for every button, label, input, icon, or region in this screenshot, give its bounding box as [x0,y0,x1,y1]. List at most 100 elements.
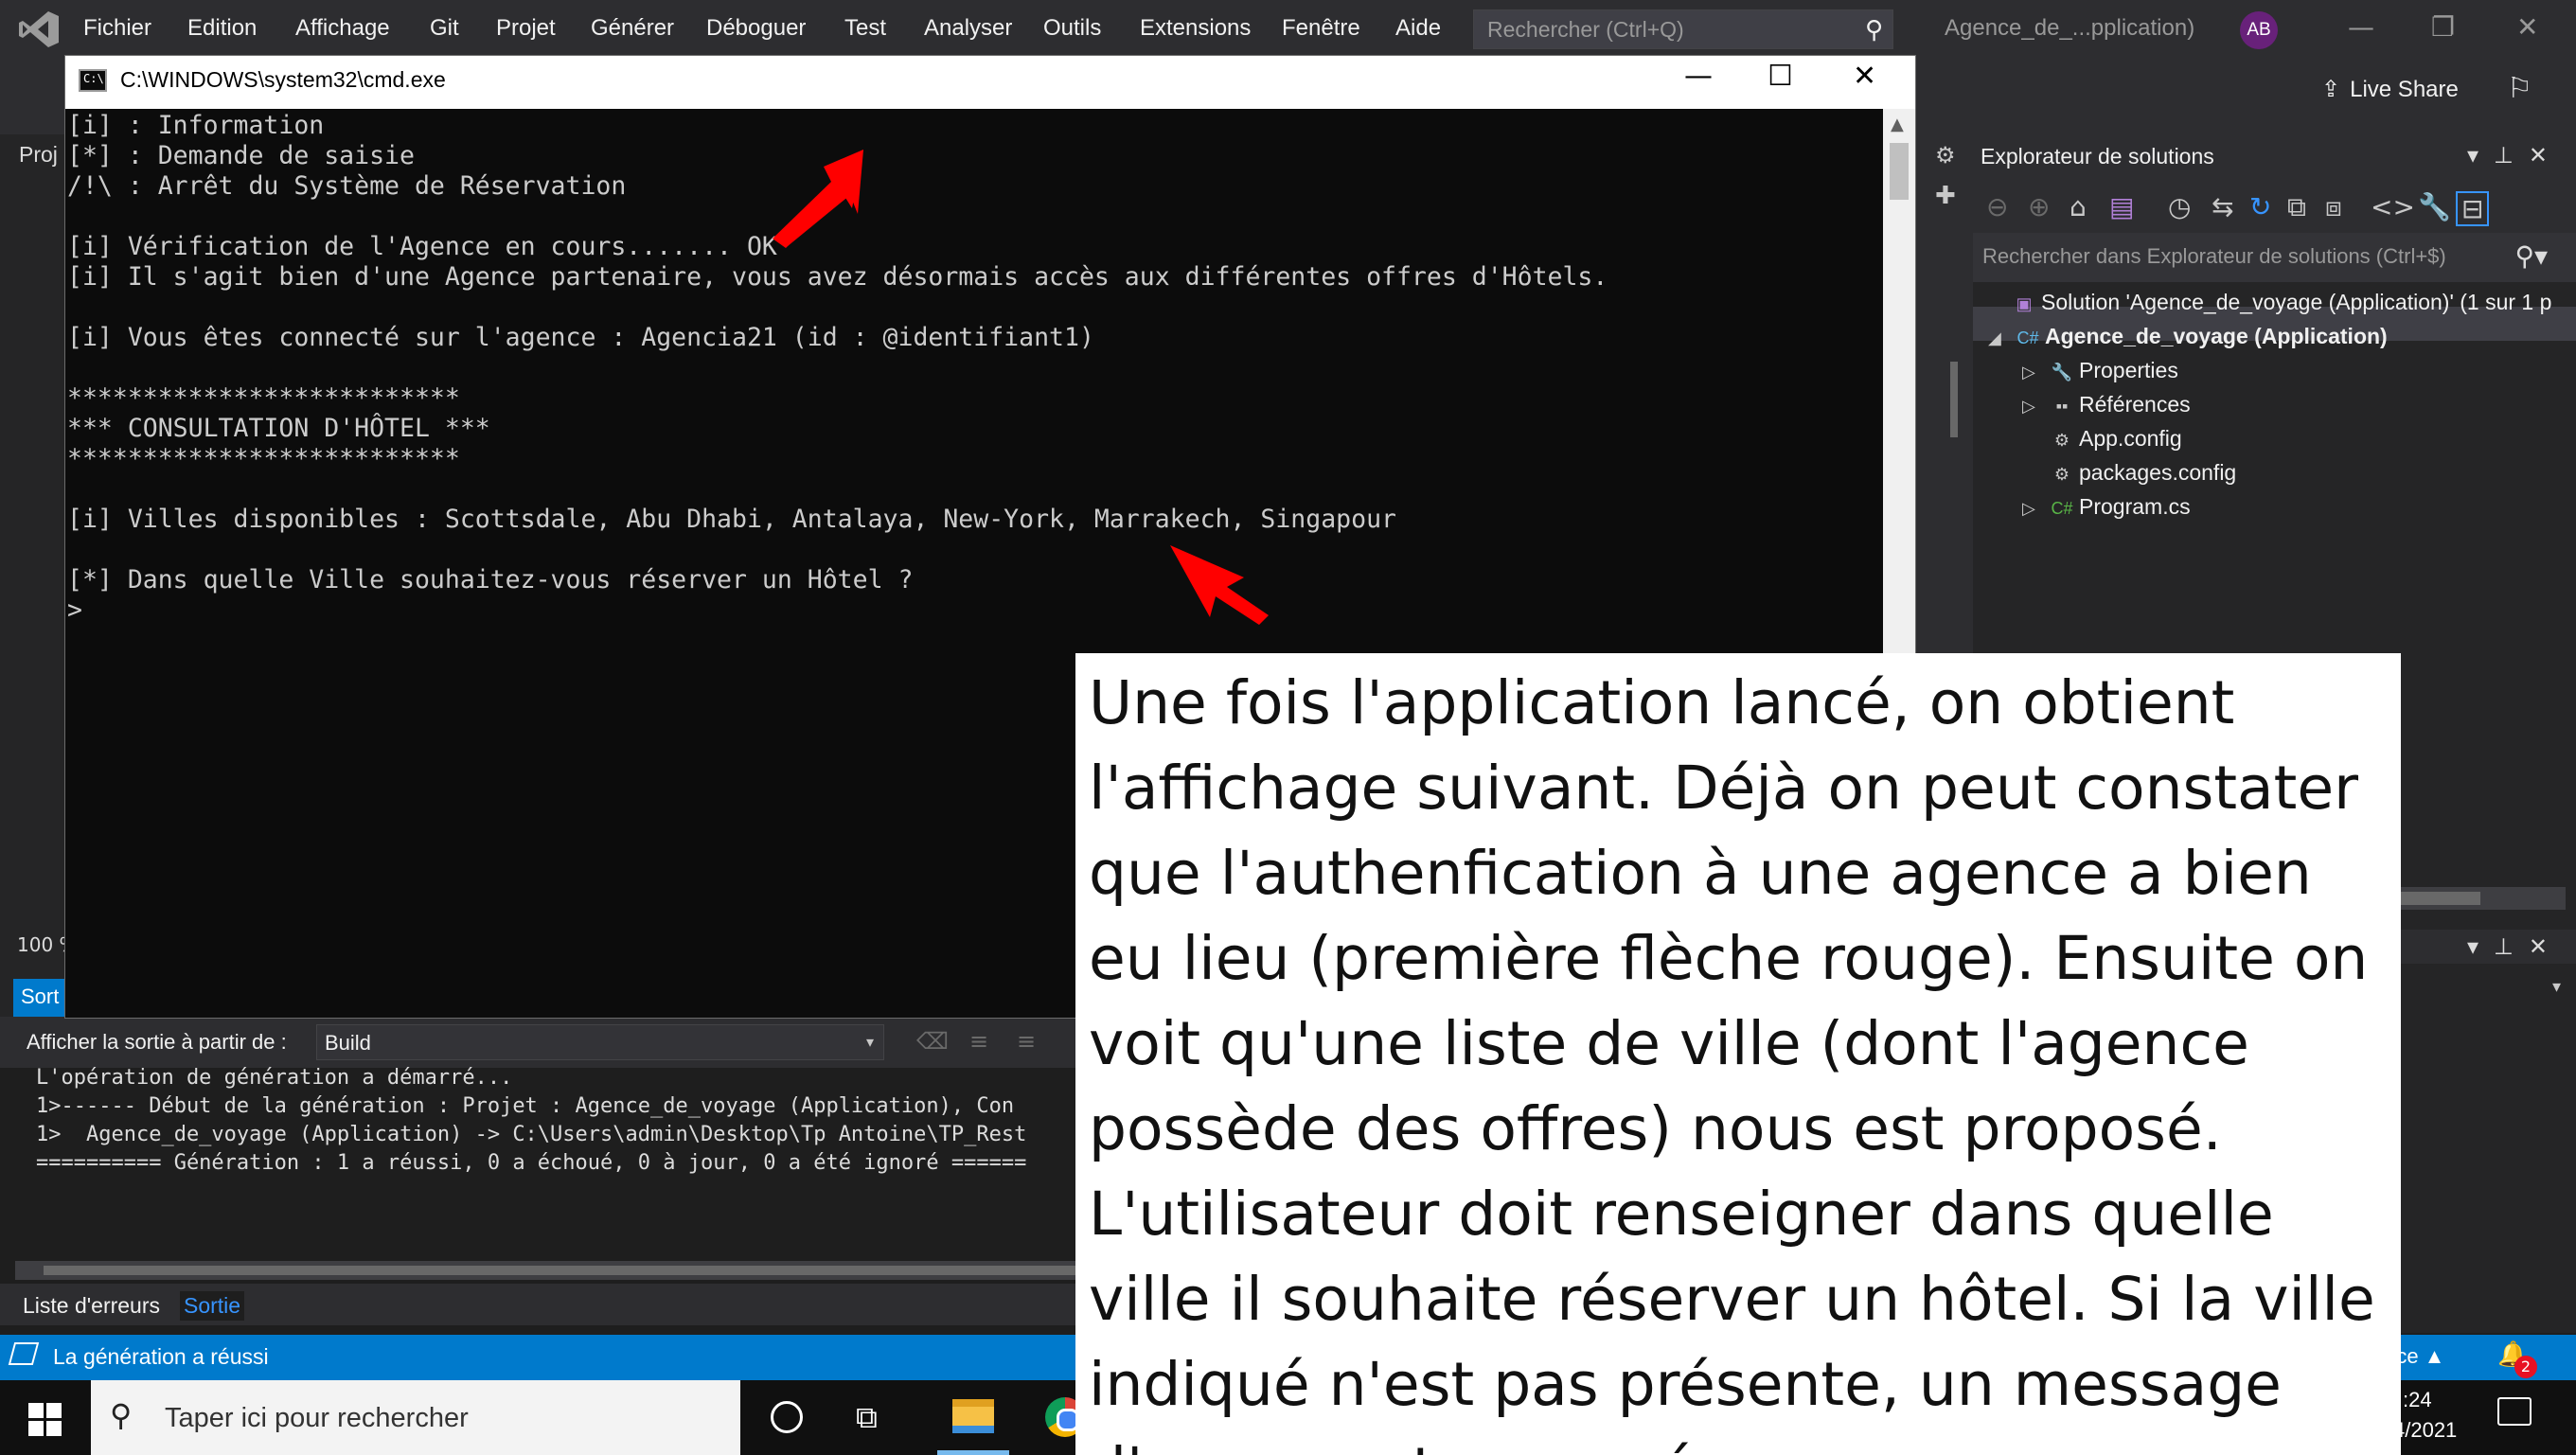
expander-icon[interactable]: ◢ [1988,328,2011,348]
tab-output-active[interactable]: Sortie [180,1291,245,1321]
forward-icon[interactable]: ⊕ [2028,191,2050,222]
home-icon[interactable]: ⌂ [2070,191,2087,222]
visual-studio-logo-icon[interactable] [17,9,61,49]
tree-item[interactable]: ⚙ packages.config [2022,460,2236,494]
clock-date[interactable]: 4/2021 [2393,1418,2457,1443]
scroll-up-icon[interactable]: ▲ [1891,115,1904,134]
tree-item[interactable]: ▣ Solution 'Agence_de_voyage (Application… [1984,290,2551,324]
scroll-thumb[interactable] [44,1266,1079,1275]
tree-item[interactable]: ▷ 🔧 Properties [2022,358,2178,392]
output-line: ========== Génération : 1 a réussi, 0 a … [36,1151,1027,1175]
output-source-select[interactable]: Build ▾ [316,1024,884,1060]
tree-item-label: packages.config [2079,460,2237,485]
config-file-icon: ⚙ [2053,431,2070,450]
output-source-value: Build [325,1031,371,1055]
console-line: [i] Vérification de l'Agence en cours...… [67,232,777,261]
menu-item-9[interactable]: Outils [1043,15,1101,42]
config-file-icon: ⚙ [2053,465,2070,484]
vs-switch-icon[interactable]: ▤ [2109,191,2134,222]
annotation-text: Une fois l'application lancé, on obtient… [1089,668,2375,1455]
collapse-all-icon[interactable]: ⧉ [2287,191,2306,223]
previous-message-icon[interactable]: ≡ [969,1028,988,1055]
avatar[interactable]: AB [2240,11,2278,49]
minimize-icon[interactable]: — [2348,11,2374,43]
editor-left-strip [0,134,66,1034]
restore-icon[interactable]: ❐ [2431,11,2455,43]
menu-item-10[interactable]: Extensions [1140,15,1251,42]
console-line: > [67,595,82,625]
menu-item-11[interactable]: Fenêtre [1282,15,1360,42]
refresh-icon[interactable]: ↻ [2249,191,2271,222]
gear-icon[interactable]: ⚙ [1935,142,1956,169]
tree-item[interactable]: ◢ C# Agence_de_voyage (Application) [1988,324,2388,358]
menu-item-4[interactable]: Projet [496,15,556,42]
minimize-icon[interactable]: — [1684,60,1713,93]
live-share-button[interactable]: ⇪ Live Share [2321,76,2459,103]
project-tab[interactable]: Proj [19,142,58,168]
solution-explorer-title: Explorateur de solutions [1981,144,2214,169]
cmd-titlebar[interactable]: C:\ C:\WINDOWS\system32\cmd.exe — ☐ ✕ [65,56,1915,109]
share-icon: ⇪ [2321,77,2341,102]
taskbar-search-input[interactable]: ⚲ Taper ici pour rechercher [91,1380,740,1455]
code-view-icon[interactable]: <> [2371,191,2415,222]
dropdown-icon[interactable]: ▾ [2467,142,2494,169]
console-line: [i] : Information [67,111,325,140]
tab-output[interactable]: Sort [13,979,66,1017]
expander-icon[interactable]: ▷ [2022,363,2045,382]
task-view-icon[interactable]: ⧉ [856,1399,878,1436]
close-icon[interactable]: ✕ [2529,142,2563,169]
csharp-file-icon: C# [2051,499,2073,518]
wrench-icon[interactable]: 🔧 [2418,191,2451,222]
menu-item-7[interactable]: Test [844,15,886,42]
menu-item-1[interactable]: Edition [187,15,257,42]
tree-item[interactable]: ⚙ App.config [2022,426,2182,460]
action-center-icon[interactable] [2497,1397,2532,1426]
tree-item[interactable]: ▷ ▪▪ Références [2022,392,2191,426]
chevron-down-icon[interactable]: ▾ [2552,977,2561,997]
search-input[interactable]: Rechercher (Ctrl+Q) ⚲ [1473,9,1893,49]
menu-item-3[interactable]: Git [430,15,459,42]
clock-time[interactable]: :24 [2403,1388,2432,1412]
start-tile [46,1403,62,1418]
vertical-scroll-thumb[interactable] [1950,362,1958,437]
menu-item-2[interactable]: Affichage [295,15,390,42]
expander-icon[interactable]: ▷ [2022,397,2045,417]
preview-icon[interactable]: ⊟ [2456,191,2490,226]
close-icon[interactable]: ✕ [2516,11,2538,43]
pin-icon[interactable]: ⊥ [2494,142,2529,169]
sync-icon[interactable]: ⇆ [2212,191,2233,222]
menu-item-6[interactable]: Déboguer [706,15,806,42]
solution-search-input[interactable]: Rechercher dans Explorateur de solutions… [1973,233,2576,282]
wrench-icon: 🔧 [2051,363,2073,381]
back-icon[interactable]: ⊖ [1986,191,2008,222]
cmd-title: C:\WINDOWS\system32\cmd.exe [120,67,446,92]
clear-output-icon[interactable]: ⌫ [916,1028,949,1055]
history-icon[interactable]: ◷ [2168,191,2191,222]
panel-controls[interactable]: ▾⊥✕ [2467,933,2563,960]
build-status-icon [8,1342,40,1365]
windows-start-icon[interactable] [28,1403,62,1437]
close-icon[interactable]: ✕ [1853,60,1876,93]
maximize-icon[interactable]: ☐ [1768,60,1793,93]
menu-item-0[interactable]: Fichier [83,15,151,42]
csharp-project-icon: C# [2016,328,2039,347]
next-message-icon[interactable]: ≡ [1017,1028,1036,1055]
start-tile [28,1403,44,1418]
menu-item-12[interactable]: Aide [1395,15,1441,42]
show-all-files-icon[interactable]: ⧈ [2325,191,2342,223]
scroll-thumb[interactable] [1890,143,1909,200]
menu-item-5[interactable]: Générer [591,15,674,42]
tree-item[interactable]: ▷ C# Program.cs [2022,494,2191,528]
file-explorer-icon[interactable] [952,1399,994,1433]
window-title: Agence_de_...pplication) [1945,15,2195,41]
references-icon: ▪▪ [2055,397,2069,416]
tab-error-list[interactable]: Liste d'erreurs [19,1291,164,1321]
cortana-icon[interactable] [771,1401,803,1433]
expander-icon[interactable]: ▷ [2022,499,2045,519]
feedback-icon[interactable]: ⚐ [2507,72,2532,105]
menu-item-8[interactable]: Analyser [924,15,1012,42]
output-line: L'opération de génération a démarré... [36,1066,513,1090]
annotation-box: Une fois l'application lancé, on obtient… [1075,653,2401,1455]
split-icon[interactable]: ✚ [1935,182,1956,210]
output-horizontal-scrollbar[interactable] [15,1261,1079,1280]
